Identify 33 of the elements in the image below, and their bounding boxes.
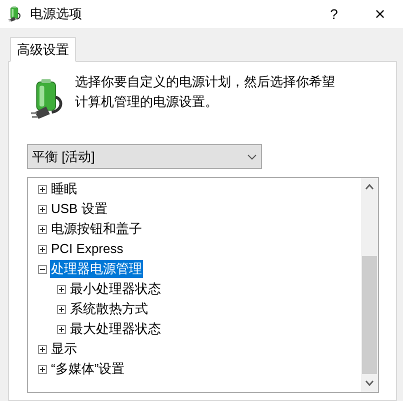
expand-icon[interactable] <box>38 364 47 374</box>
tree-item[interactable]: 系统散热方式 <box>69 300 149 318</box>
scrollbar[interactable] <box>361 178 378 392</box>
expand-icon[interactable] <box>38 184 47 194</box>
battery-plug-icon <box>7 6 23 22</box>
scroll-thumb[interactable] <box>362 256 377 374</box>
help-button[interactable]: ? <box>311 0 357 28</box>
chevron-down-icon <box>247 154 257 160</box>
battery-plug-icon <box>31 78 65 120</box>
expand-icon[interactable] <box>38 244 47 254</box>
description-text: 选择你要自定义的电源计划，然后选择你希望计算机管理的电源设置。 <box>75 73 336 111</box>
close-button[interactable]: × <box>357 0 403 28</box>
window-title: 电源选项 <box>30 5 82 24</box>
tree-item[interactable]: 处理器电源管理 <box>50 260 143 278</box>
expand-icon[interactable] <box>38 224 47 234</box>
expand-icon[interactable] <box>57 324 66 334</box>
tree-item[interactable]: 最大处理器状态 <box>69 320 162 338</box>
tree-item[interactable]: USB 设置 <box>50 200 108 218</box>
scroll-down-icon[interactable] <box>365 380 374 386</box>
tab[interactable]: 高级设置 <box>10 37 76 62</box>
expand-icon[interactable] <box>57 304 66 314</box>
tree-item[interactable]: PCI Express <box>50 240 124 258</box>
plan-dropdown[interactable]: 平衡 [活动] <box>27 144 262 169</box>
tree-item[interactable]: 电源按钮和盖子 <box>50 220 143 238</box>
tree-item[interactable]: 显示 <box>50 340 78 358</box>
scroll-up-icon[interactable] <box>365 184 374 190</box>
expand-icon[interactable] <box>38 344 47 354</box>
expand-icon[interactable] <box>57 284 66 294</box>
expand-icon[interactable] <box>38 204 47 214</box>
tree-item[interactable]: “多媒体”设置 <box>50 360 126 378</box>
tree-item[interactable]: 最小处理器状态 <box>69 280 162 298</box>
collapse-icon[interactable] <box>38 264 47 274</box>
tree-item[interactable]: 睡眠 <box>50 180 78 198</box>
